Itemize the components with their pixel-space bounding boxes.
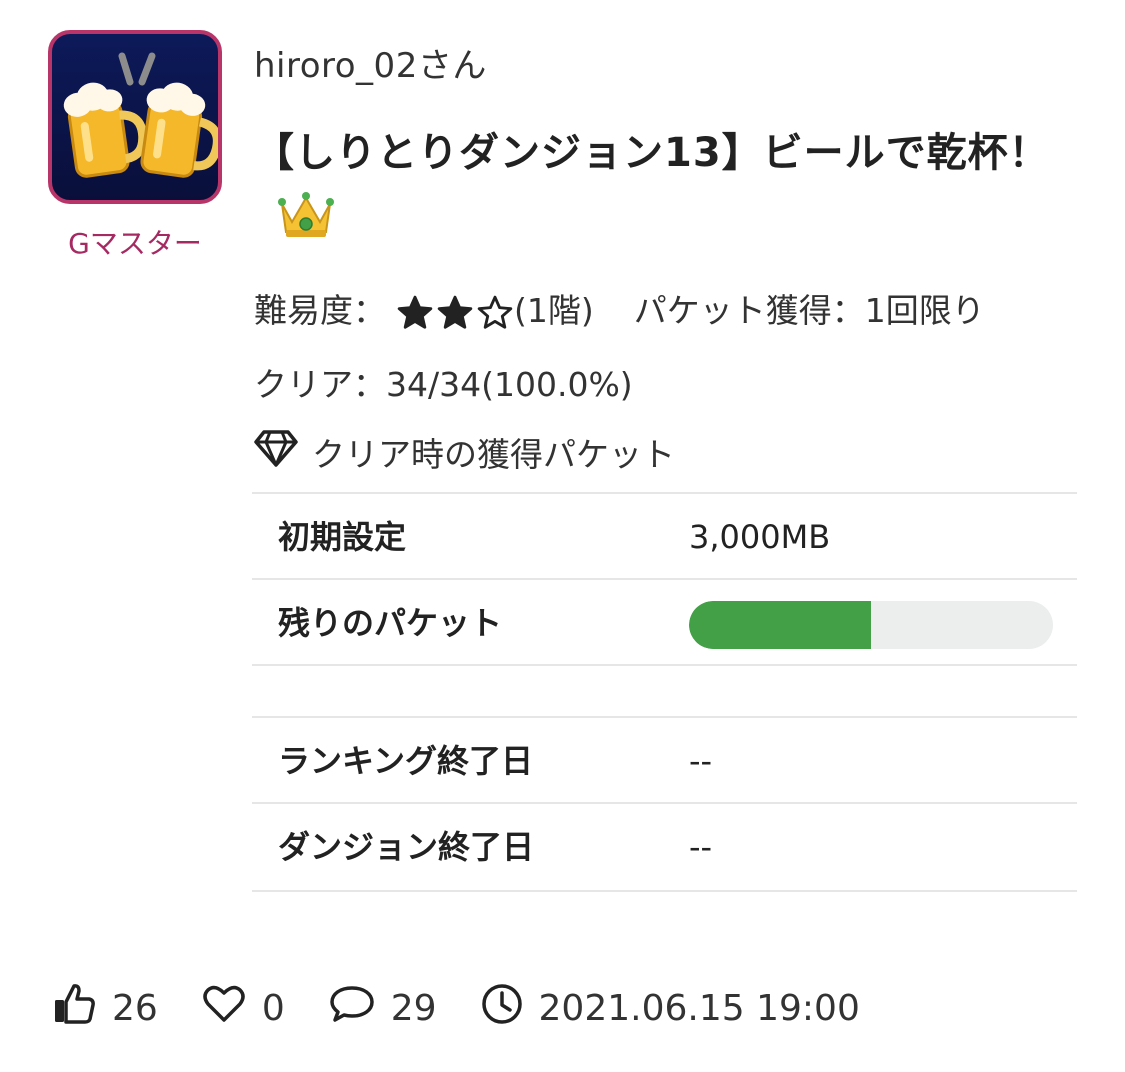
remaining-packet-bar bbox=[689, 601, 1053, 649]
stats-bar: 26 0 29 2021.06.15 19:00 bbox=[52, 982, 904, 1035]
favorite-button[interactable]: 0 bbox=[202, 984, 285, 1033]
dungeon-end-value: -- bbox=[689, 828, 713, 866]
dungeon-end-row: ダンジョン終了日 -- bbox=[252, 802, 1077, 890]
favorite-count: 0 bbox=[261, 988, 285, 1029]
comment-button[interactable]: 29 bbox=[329, 984, 437, 1033]
divider bbox=[252, 664, 1077, 666]
ranking-end-label: ランキング終了日 bbox=[278, 742, 534, 780]
ranking-end-row: ランキング終了日 -- bbox=[252, 716, 1077, 804]
beer-cheers-icon bbox=[63, 52, 218, 178]
packet-heading-text: クリア時の獲得パケット bbox=[312, 435, 675, 474]
speech-bubble-icon bbox=[329, 984, 375, 1033]
crown-icon bbox=[276, 188, 336, 262]
clock-icon bbox=[481, 983, 523, 1034]
posted-datetime: 2021.06.15 19:00 bbox=[481, 983, 860, 1034]
star-filled-icon bbox=[397, 295, 433, 329]
packet-heading: クリア時の獲得パケット bbox=[254, 428, 675, 476]
author-name[interactable]: hiroro_02さん bbox=[254, 38, 487, 87]
packet-rule: パケット獲得：1回限り bbox=[633, 291, 985, 330]
remaining-packet-row: 残りのパケット bbox=[252, 578, 1077, 666]
dungeon-avatar[interactable] bbox=[48, 30, 222, 204]
dungeon-meta-line: 難易度： (1階) パケット獲得：1回限り bbox=[254, 284, 985, 332]
heart-icon bbox=[202, 984, 246, 1033]
divider bbox=[252, 890, 1077, 892]
datetime-text: 2021.06.15 19:00 bbox=[538, 988, 860, 1029]
like-button[interactable]: 26 bbox=[52, 982, 158, 1035]
remaining-packet-label: 残りのパケット bbox=[278, 604, 503, 642]
remaining-packet-fill bbox=[689, 601, 871, 649]
difficulty-label: 難易度： bbox=[254, 291, 386, 330]
user-rank-badge: Gマスター bbox=[68, 227, 202, 260]
dungeon-end-label: ダンジョン終了日 bbox=[278, 828, 535, 866]
dungeon-title[interactable]: 【しりとりダンジョン13】ビールで乾杯！ bbox=[254, 118, 1054, 262]
comment-count: 29 bbox=[390, 988, 437, 1029]
star-empty-icon bbox=[477, 295, 513, 329]
initial-packet-value: 3,000MB bbox=[689, 518, 831, 556]
difficulty-stars bbox=[396, 294, 514, 332]
initial-packet-label: 初期設定 bbox=[278, 518, 407, 556]
dungeon-title-text: 【しりとりダンジョン13】ビールで乾杯！ bbox=[254, 130, 1050, 176]
star-filled-icon bbox=[437, 295, 473, 329]
initial-packet-row: 初期設定 3,000MB bbox=[252, 492, 1077, 580]
floors-text: (1階) bbox=[514, 291, 594, 330]
thumbs-up-icon bbox=[52, 982, 96, 1035]
clear-rate: クリア：34/34(100.0%) bbox=[254, 365, 633, 404]
like-count: 26 bbox=[112, 988, 158, 1029]
diamond-icon bbox=[254, 428, 298, 476]
ranking-end-value: -- bbox=[689, 742, 713, 780]
